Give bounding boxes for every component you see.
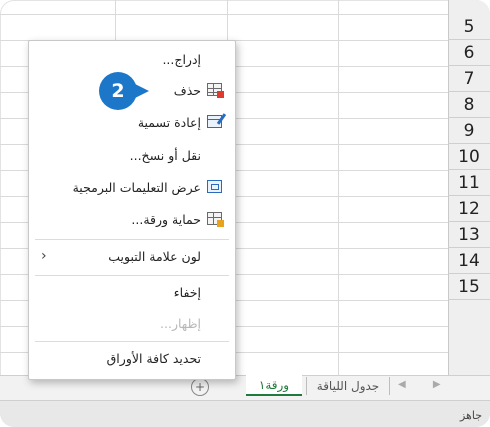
menu-item-insert[interactable]: إدراج... bbox=[29, 47, 235, 73]
status-text: جاهز bbox=[459, 409, 482, 422]
grid-line bbox=[0, 14, 448, 15]
menu-separator bbox=[35, 275, 229, 276]
sheet-tab-fitness-table[interactable]: جدول اللياقة bbox=[306, 377, 390, 395]
menu-separator bbox=[35, 341, 229, 342]
menu-item-label: نقل أو نسخ... bbox=[129, 148, 201, 163]
spreadsheet-window: 5 6 7 8 9 10 11 12 13 14 15 + ورقة١ جدول… bbox=[0, 0, 490, 427]
row-number[interactable]: 5 bbox=[448, 14, 490, 40]
protect-sheet-icon bbox=[207, 212, 224, 227]
menu-item-move-copy[interactable]: نقل أو نسخ... bbox=[29, 143, 235, 169]
menu-item-hide[interactable]: إخفاء bbox=[29, 280, 235, 306]
row-number[interactable]: 15 bbox=[448, 274, 490, 300]
row-number[interactable]: 9 bbox=[448, 118, 490, 144]
row-number[interactable]: 7 bbox=[448, 66, 490, 92]
rename-icon bbox=[207, 115, 222, 128]
menu-item-label: عرض التعليمات البرمجية bbox=[72, 180, 201, 195]
menu-item-unhide: إظهار... bbox=[29, 311, 235, 337]
row-number[interactable]: 11 bbox=[448, 170, 490, 196]
grid-line bbox=[338, 0, 339, 375]
menu-item-protect-sheet[interactable]: حماية ورقة... bbox=[29, 207, 235, 233]
menu-separator bbox=[35, 239, 229, 240]
row-number[interactable]: 12 bbox=[448, 196, 490, 222]
menu-item-label: حماية ورقة... bbox=[131, 212, 201, 227]
menu-item-label: إدراج... bbox=[162, 52, 201, 67]
menu-item-select-all-sheets[interactable]: تحديد كافة الأوراق bbox=[29, 346, 235, 372]
menu-item-tab-color[interactable]: ‹ لون علامة التبويب bbox=[29, 244, 235, 270]
menu-item-rename[interactable]: إعادة تسمية bbox=[29, 110, 235, 136]
chevron-left-icon: ‹ bbox=[41, 248, 47, 264]
step-callout-badge: 2 bbox=[99, 72, 137, 110]
menu-item-view-code[interactable]: عرض التعليمات البرمجية bbox=[29, 175, 235, 201]
menu-item-label: لون علامة التبويب bbox=[108, 249, 201, 264]
status-bar: جاهز bbox=[0, 400, 490, 427]
row-number[interactable]: 10 bbox=[448, 144, 490, 170]
row-number[interactable]: 14 bbox=[448, 248, 490, 274]
sheet-scroll-arrows-icon[interactable]: ◀ ▶ bbox=[398, 379, 453, 390]
menu-item-label: تحديد كافة الأوراق bbox=[106, 351, 201, 366]
sheet-tab-active[interactable]: ورقة١ bbox=[246, 375, 302, 396]
add-sheet-button[interactable]: + bbox=[191, 378, 209, 396]
row-number[interactable]: 8 bbox=[448, 92, 490, 118]
row-number[interactable]: 6 bbox=[448, 40, 490, 66]
menu-item-label: إظهار... bbox=[160, 316, 201, 331]
menu-item-label: إعادة تسمية bbox=[137, 115, 201, 130]
menu-item-label: حذف bbox=[173, 83, 201, 98]
delete-sheet-icon bbox=[207, 83, 224, 98]
menu-item-label: إخفاء bbox=[173, 285, 201, 300]
row-number[interactable]: 13 bbox=[448, 222, 490, 248]
view-code-icon bbox=[207, 180, 222, 193]
